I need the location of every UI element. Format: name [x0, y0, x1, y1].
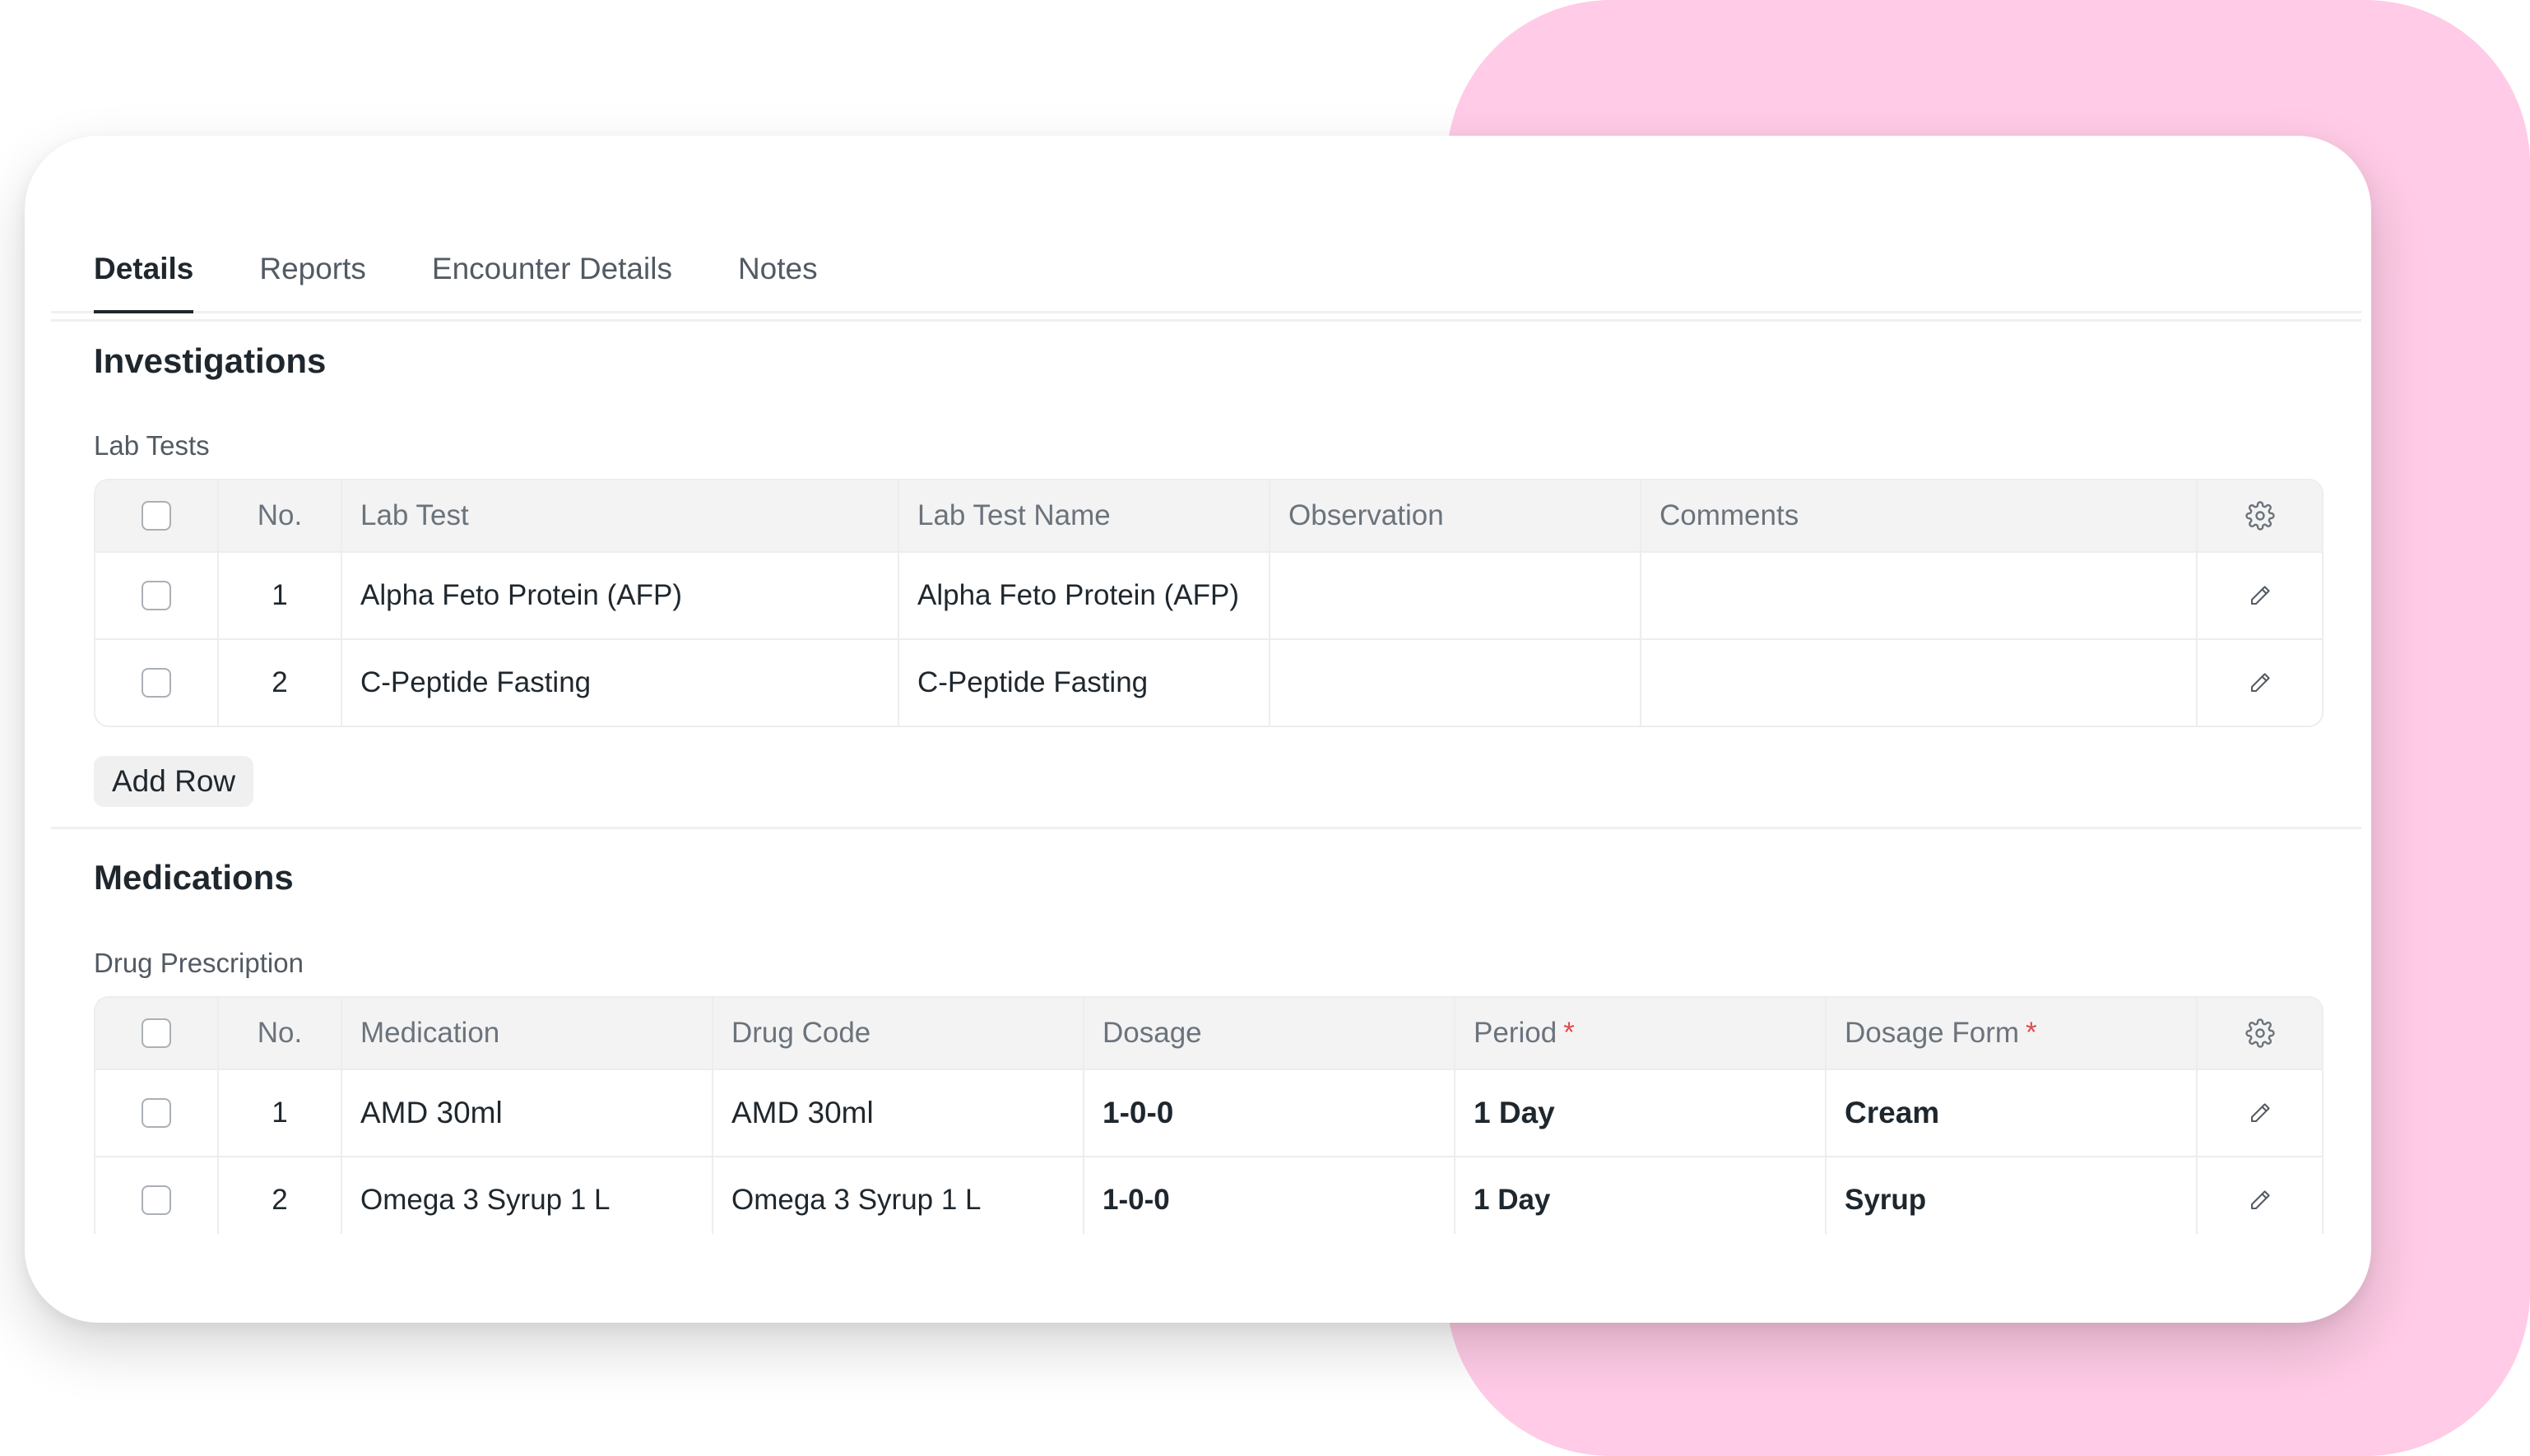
select-all-checkbox[interactable] [142, 1018, 171, 1048]
drug-prescription-label: Drug Prescription [94, 948, 304, 978]
medications-heading: Medications [94, 858, 294, 897]
table-row[interactable]: 2 C-Peptide Fasting C-Peptide Fasting [95, 638, 2322, 726]
row-edit-cell [2198, 640, 2322, 726]
column-header-label: Dosage Form [1845, 1017, 2020, 1049]
tab-details[interactable]: Details [94, 226, 194, 313]
row-select-cell [95, 640, 219, 726]
medication-cell[interactable]: AMD 30ml [342, 1070, 713, 1156]
drug-code-cell[interactable]: AMD 30ml [713, 1070, 1084, 1156]
observation-cell[interactable] [1270, 640, 1641, 726]
lab-test-cell[interactable]: Alpha Feto Protein (AFP) [342, 553, 899, 638]
table-row[interactable]: 1 Alpha Feto Protein (AFP) Alpha Feto Pr… [95, 551, 2322, 638]
column-header-period: Period * [1455, 998, 1827, 1069]
tab-reports[interactable]: Reports [259, 226, 366, 311]
lab-tests-label: Lab Tests [94, 430, 210, 461]
required-marker: * [1563, 1017, 1575, 1049]
comments-cell[interactable] [1641, 553, 2198, 638]
table-header: No. Medication Drug Code Dosage Period * … [95, 998, 2322, 1069]
row-number: 1 [219, 553, 342, 638]
row-select-cell [95, 553, 219, 638]
row-checkbox[interactable] [142, 668, 171, 698]
required-marker: * [2026, 1017, 2037, 1049]
row-edit-cell [2198, 1157, 2322, 1234]
observation-cell[interactable] [1270, 553, 1641, 638]
column-header: Medication [342, 998, 713, 1069]
comments-cell[interactable] [1641, 640, 2198, 726]
select-all-checkbox[interactable] [142, 501, 171, 531]
table-row[interactable]: 1 AMD 30ml AMD 30ml 1-0-0 1 Day Cream [95, 1069, 2322, 1156]
column-header-label: Period [1474, 1017, 1557, 1049]
pencil-icon[interactable] [2248, 583, 2272, 608]
row-checkbox[interactable] [142, 1185, 171, 1215]
pencil-icon[interactable] [2248, 1101, 2272, 1125]
lab-test-cell[interactable]: C-Peptide Fasting [342, 640, 899, 726]
add-row-button[interactable]: Add Row [94, 756, 254, 807]
column-header: Comments [1641, 480, 2198, 551]
lab-test-name-cell[interactable]: Alpha Feto Protein (AFP) [899, 553, 1270, 638]
tab-divider [51, 313, 2361, 322]
column-header: No. [219, 480, 342, 551]
section-divider [51, 827, 2361, 829]
column-header: Observation [1270, 480, 1641, 551]
select-all-cell [95, 480, 219, 551]
column-header: Lab Test Name [899, 480, 1270, 551]
dosage-form-cell[interactable]: Cream [1827, 1070, 2198, 1156]
table-header: No. Lab Test Lab Test Name Observation C… [95, 480, 2322, 551]
row-select-cell [95, 1070, 219, 1156]
row-number: 1 [219, 1070, 342, 1156]
row-checkbox[interactable] [142, 1098, 171, 1128]
row-edit-cell [2198, 553, 2322, 638]
dosage-form-cell[interactable]: Syrup [1827, 1157, 2198, 1234]
column-settings-cell [2198, 998, 2322, 1069]
period-cell[interactable]: 1 Day [1455, 1070, 1827, 1156]
investigations-heading: Investigations [94, 341, 327, 380]
lab-test-name-cell[interactable]: C-Peptide Fasting [899, 640, 1270, 726]
medication-cell[interactable]: Omega 3 Syrup 1 L [342, 1157, 713, 1234]
dosage-cell[interactable]: 1-0-0 [1084, 1157, 1455, 1234]
column-header: Lab Test [342, 480, 899, 551]
row-checkbox[interactable] [142, 581, 171, 610]
column-header: Drug Code [713, 998, 1084, 1069]
gear-icon[interactable] [2245, 1018, 2275, 1048]
table-row[interactable]: 2 Omega 3 Syrup 1 L Omega 3 Syrup 1 L 1-… [95, 1156, 2322, 1234]
row-number: 2 [219, 1157, 342, 1234]
row-edit-cell [2198, 1070, 2322, 1156]
gear-icon[interactable] [2245, 501, 2275, 531]
column-header: No. [219, 998, 342, 1069]
drug-code-cell[interactable]: Omega 3 Syrup 1 L [713, 1157, 1084, 1234]
tab-bar: Details Reports Encounter Details Notes [51, 226, 2361, 313]
period-cell[interactable]: 1 Day [1455, 1157, 1827, 1234]
pencil-icon[interactable] [2248, 670, 2272, 695]
select-all-cell [95, 998, 219, 1069]
column-header: Dosage [1084, 998, 1455, 1069]
drug-prescription-table: No. Medication Drug Code Dosage Period * … [94, 996, 2323, 1234]
tab-notes[interactable]: Notes [738, 226, 818, 311]
dosage-cell[interactable]: 1-0-0 [1084, 1070, 1455, 1156]
form-card: Details Reports Encounter Details Notes … [25, 136, 2371, 1323]
tab-encounter-details[interactable]: Encounter Details [432, 226, 672, 311]
column-settings-cell [2198, 480, 2322, 551]
form-content: Details Reports Encounter Details Notes … [51, 136, 2361, 1234]
lab-tests-table: No. Lab Test Lab Test Name Observation C… [94, 479, 2323, 727]
row-select-cell [95, 1157, 219, 1234]
column-header-dosage-form: Dosage Form * [1827, 998, 2198, 1069]
row-number: 2 [219, 640, 342, 726]
pencil-icon[interactable] [2248, 1188, 2272, 1213]
